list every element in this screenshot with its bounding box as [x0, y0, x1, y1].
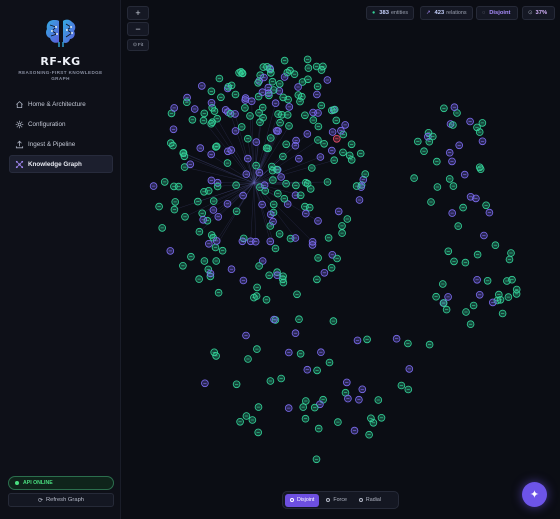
api-status-label: API ONLINE [23, 480, 53, 486]
relations-count: 423 [434, 10, 445, 16]
refresh-icon: ⟳ [37, 497, 43, 504]
entities-label: entities [390, 10, 409, 16]
sidebar-item-home[interactable]: Home & Architecture [9, 95, 113, 113]
relation-arrow-icon: ↗ [426, 10, 431, 16]
fit-label: Fit [137, 42, 144, 48]
disjoint-icon [290, 498, 294, 502]
entity-dot-icon: ● [372, 10, 376, 16]
knowledge-graph-view[interactable] [121, 0, 560, 519]
sidebar-item-configuration[interactable]: Configuration [9, 115, 113, 133]
radial-icon [358, 498, 363, 502]
graph-nodes [149, 55, 521, 464]
layout-radial-button[interactable]: Radial [354, 494, 386, 507]
status-dot-icon [15, 481, 19, 485]
sidebar-item-label: Knowledge Graph [28, 160, 82, 168]
layout-option-label: Disjoint [297, 497, 315, 503]
gear-icon [15, 120, 24, 129]
app-title: RF-KG [40, 55, 81, 68]
graph-edges [174, 101, 335, 249]
graph-icon [15, 160, 24, 169]
refresh-graph-label: Refresh Graph [46, 497, 85, 503]
fit-icon: ⊙ [132, 42, 137, 48]
sidebar-nav: Home & Architecture Configuration Ingest… [9, 95, 113, 175]
sidebar-item-label: Home & Architecture [28, 100, 86, 108]
zoom-percent-value: 37% [535, 10, 548, 16]
relations-stat: ↗ 423 relations [420, 6, 473, 20]
graph-edge [253, 140, 297, 184]
layout-switcher: Disjoint Force Radial [282, 491, 399, 509]
relations-label: relations [446, 10, 467, 16]
home-icon [15, 100, 24, 109]
layout-disjoint-button[interactable]: Disjoint [285, 493, 320, 507]
zoom-percent-stat: ⊙ 37% [522, 6, 556, 20]
app-tagline: REASONING-FIRST KNOWLEDGE GRAPH [18, 70, 103, 81]
layout-mode-value: Disjoint [489, 10, 511, 16]
sidebar-item-label: Ingest & Pipeline [28, 140, 76, 148]
graph-canvas[interactable] [121, 0, 560, 519]
refresh-graph-button[interactable]: ⟳ Refresh Graph [8, 493, 114, 507]
mode-icon: ◌ [482, 10, 486, 16]
zoom-out-button[interactable]: − [127, 22, 149, 36]
sidebar-item-label: Configuration [28, 120, 66, 128]
graph-edge [250, 182, 255, 242]
layout-option-label: Force [333, 497, 347, 503]
zoom-in-button[interactable]: + [127, 6, 149, 20]
sparkle-icon: ✦ [529, 489, 540, 501]
graph-edge [253, 182, 256, 242]
sidebar: RF-KG REASONING-FIRST KNOWLEDGE GRAPH Ho… [0, 0, 121, 519]
api-status-badge: API ONLINE [8, 476, 114, 490]
entities-count: 383 [379, 10, 389, 16]
entities-stat: ● 383 entities [366, 6, 415, 20]
layout-mode-stat: ◌ Disjoint [476, 6, 519, 20]
zoom-icon: ⊙ [528, 10, 533, 16]
layout-option-label: Radial [365, 497, 381, 503]
layout-force-button[interactable]: Force [321, 494, 352, 507]
sidebar-item-knowledge-graph[interactable]: Knowledge Graph [9, 155, 113, 173]
fit-button[interactable]: ⊙ Fit [127, 39, 149, 51]
upload-icon [15, 140, 24, 149]
force-icon [326, 498, 331, 502]
ai-assistant-button[interactable]: ✦ [522, 482, 547, 507]
sidebar-item-ingest[interactable]: Ingest & Pipeline [9, 135, 113, 153]
brain-logo-icon [46, 19, 76, 47]
